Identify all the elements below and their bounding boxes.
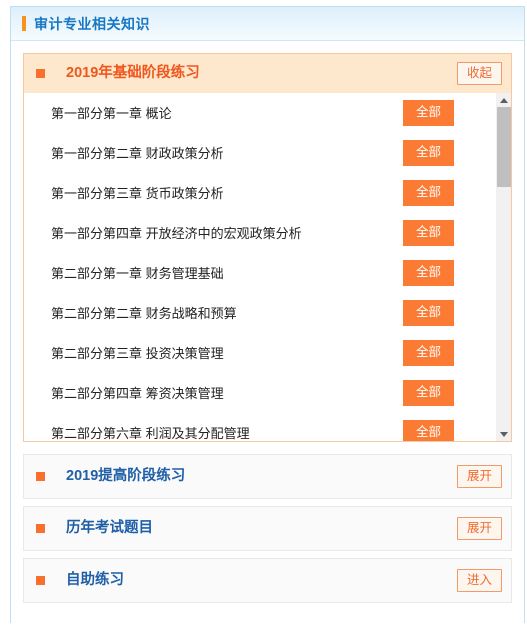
chapter-label: 第二部分第四章 筹资决策管理 — [51, 385, 224, 401]
chapter-label: 第二部分第三章 投资决策管理 — [51, 345, 224, 361]
collapsed-group-list: 2019提高阶段练习 展开 历年考试题目 展开 自助练习 进入 — [23, 454, 512, 603]
square-bullet-icon — [36, 472, 45, 481]
chapter-label: 第二部分第一章 财务管理基础 — [51, 265, 224, 281]
practice-all-button[interactable]: 全部 — [402, 180, 454, 206]
scroll-down-button[interactable] — [496, 427, 511, 441]
chapter-label: 第一部分第一章 概论 — [51, 105, 172, 121]
chapter-row[interactable]: 第一部分第一章 概论 全部 — [24, 93, 476, 133]
practice-all-button[interactable]: 全部 — [402, 100, 454, 126]
practice-all-button[interactable]: 全部 — [402, 140, 454, 166]
chapter-label: 第二部分第二章 财务战略和预算 — [51, 305, 237, 321]
chapter-row[interactable]: 第二部分第一章 财务管理基础 全部 — [24, 253, 476, 293]
square-bullet-icon — [36, 576, 45, 585]
chapter-label: 第一部分第四章 开放经济中的宏观政策分析 — [51, 225, 302, 241]
chapter-label: 第二部分第六章 利润及其分配管理 — [51, 425, 250, 441]
group-action-button[interactable]: 展开 — [456, 464, 502, 489]
chapter-row[interactable]: 第一部分第四章 开放经济中的宏观政策分析 全部 — [24, 213, 476, 253]
vertical-scrollbar[interactable] — [495, 93, 511, 441]
group-action-button[interactable]: 展开 — [456, 516, 502, 541]
group-expanded-header[interactable]: 2019年基础阶段练习 收起 — [24, 54, 511, 93]
chapter-row[interactable]: 第一部分第三章 货币政策分析 全部 — [24, 173, 476, 213]
group-collapsed-title: 2019提高阶段练习 — [66, 468, 186, 485]
scrollbar-thumb[interactable] — [497, 107, 511, 187]
scroll-up-button[interactable] — [496, 93, 511, 107]
practice-all-button[interactable]: 全部 — [402, 340, 454, 366]
group-expanded: 2019年基础阶段练习 收起 第一部分第一章 概论 全部 第一部分第二章 财政政策分… — [23, 53, 512, 442]
chapter-list-scroll-area: 第一部分第一章 概论 全部 第一部分第二章 财政政策分析 全部 第一部分第三章 货币政策… — [24, 93, 511, 441]
chapter-row[interactable]: 第一部分第二章 财政政策分析 全部 — [24, 133, 476, 173]
chapter-row[interactable]: 第二部分第二章 财务战略和预算 全部 — [24, 293, 476, 333]
chapter-row[interactable]: 第二部分第四章 筹资决策管理 全部 — [24, 373, 476, 413]
chapter-row[interactable]: 第二部分第三章 投资决策管理 全部 — [24, 333, 476, 373]
group-action-button[interactable]: 进入 — [456, 568, 502, 593]
triangle-up-icon — [500, 97, 508, 103]
chapter-list: 第一部分第一章 概论 全部 第一部分第二章 财政政策分析 全部 第一部分第三章 货币政策… — [24, 93, 494, 441]
chapter-row[interactable]: 第二部分第六章 利润及其分配管理 全部 — [24, 413, 476, 441]
chapter-label: 第一部分第二章 财政政策分析 — [51, 145, 224, 161]
practice-all-button[interactable]: 全部 — [402, 300, 454, 326]
panel-body: 2019年基础阶段练习 收起 第一部分第一章 概论 全部 第一部分第二章 财政政策分… — [11, 41, 524, 603]
group-collapsed[interactable]: 自助练习 进入 — [23, 558, 512, 603]
practice-all-button[interactable]: 全部 — [402, 420, 454, 441]
group-expanded-title: 2019年基础阶段练习 — [66, 65, 200, 82]
practice-all-button[interactable]: 全部 — [402, 260, 454, 286]
group-collapsed[interactable]: 2019提高阶段练习 展开 — [23, 454, 512, 499]
square-bullet-icon — [36, 524, 45, 533]
title-accent-bar-icon — [22, 16, 26, 31]
practice-all-button[interactable]: 全部 — [402, 380, 454, 406]
page-title: 审计专业相关知识 — [34, 15, 150, 32]
chapter-label: 第一部分第三章 货币政策分析 — [51, 185, 224, 201]
square-bullet-icon — [36, 69, 45, 78]
course-panel: 审计专业相关知识 2019年基础阶段练习 收起 第一部分第一章 概论 全部 第一部分… — [10, 6, 525, 623]
collapse-button[interactable]: 收起 — [456, 61, 502, 86]
group-collapsed-title: 自助练习 — [66, 572, 124, 589]
triangle-down-icon — [500, 431, 508, 437]
group-collapsed[interactable]: 历年考试题目 展开 — [23, 506, 512, 551]
panel-header: 审计专业相关知识 — [11, 7, 524, 41]
practice-all-button[interactable]: 全部 — [402, 220, 454, 246]
group-collapsed-title: 历年考试题目 — [66, 520, 153, 537]
